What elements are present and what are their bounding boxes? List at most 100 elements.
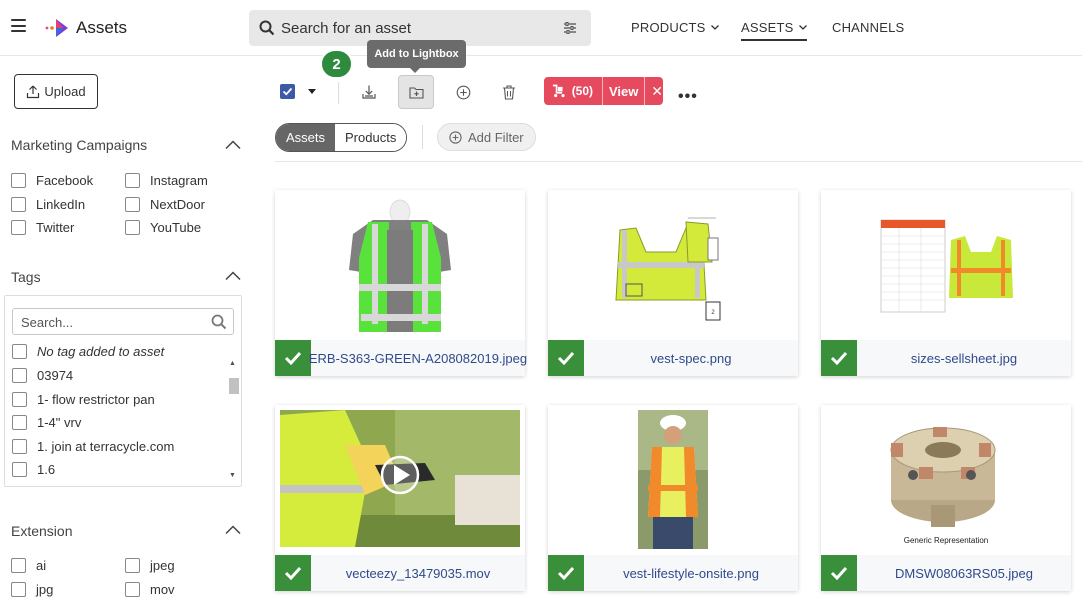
search-icon bbox=[259, 20, 275, 36]
nav-channels[interactable]: CHANNELS bbox=[832, 20, 904, 35]
tag-option[interactable]: No tag added to asset bbox=[12, 344, 164, 359]
campaign-option-youtube[interactable]: YouTube bbox=[125, 220, 201, 235]
checkmark-icon bbox=[557, 566, 575, 580]
selected-checkbox[interactable] bbox=[548, 555, 584, 591]
select-all-checkbox[interactable] bbox=[280, 84, 295, 99]
selected-checkbox[interactable] bbox=[275, 340, 311, 376]
campaign-option-nextdoor[interactable]: NextDoor bbox=[125, 197, 205, 212]
checkbox[interactable] bbox=[12, 462, 27, 477]
option-label: mov bbox=[150, 582, 175, 597]
asset-card-footer: vecteezy_13479035.mov bbox=[275, 555, 525, 591]
asset-card-footer: vest-spec.png bbox=[548, 340, 798, 376]
asset-thumbnail[interactable] bbox=[548, 405, 798, 555]
chevron-down-icon bbox=[798, 25, 807, 30]
search-input[interactable]: Search for an asset bbox=[281, 20, 411, 37]
hamburger-menu-icon[interactable] bbox=[11, 19, 26, 32]
checkbox[interactable] bbox=[125, 558, 140, 573]
extension-option-mov[interactable]: mov bbox=[125, 582, 175, 597]
campaign-option-instagram[interactable]: Instagram bbox=[125, 173, 208, 188]
extension-option-ai[interactable]: ai bbox=[11, 558, 46, 573]
upload-button[interactable]: Upload bbox=[14, 74, 98, 109]
asset-thumbnail[interactable]: 2 bbox=[548, 190, 798, 340]
checkbox[interactable] bbox=[125, 582, 140, 597]
asset-thumbnail[interactable] bbox=[821, 190, 1071, 340]
checkbox[interactable] bbox=[11, 582, 26, 597]
asset-thumbnail[interactable]: Generic Representation bbox=[821, 405, 1071, 555]
checkbox[interactable] bbox=[12, 368, 27, 383]
asset-card-footer: ERB-S363-GREEN-A208082019.jpeg bbox=[275, 340, 527, 376]
asset-card[interactable]: vecteezy_13479035.mov bbox=[275, 405, 525, 591]
campaign-option-facebook[interactable]: Facebook bbox=[11, 173, 93, 188]
download-button[interactable] bbox=[351, 75, 387, 109]
checkbox[interactable] bbox=[11, 197, 26, 212]
asset-filename[interactable]: vest-spec.png bbox=[584, 340, 798, 376]
upload-label: Upload bbox=[44, 84, 86, 99]
tag-option[interactable]: 1- flow restrictor pan bbox=[12, 392, 155, 407]
asset-filename[interactable]: DMSW08063RS05.jpeg bbox=[857, 555, 1071, 591]
extension-option-jpg[interactable]: jpg bbox=[11, 582, 53, 597]
asset-card[interactable]: ERB-S363-GREEN-A208082019.jpeg bbox=[275, 190, 527, 376]
campaign-option-twitter[interactable]: Twitter bbox=[11, 220, 74, 235]
checkbox[interactable] bbox=[12, 392, 27, 407]
tag-option[interactable]: 1-4" vrv bbox=[12, 415, 81, 430]
collapse-chevron-up-icon[interactable] bbox=[225, 140, 241, 150]
tag-option[interactable]: 1.6 bbox=[12, 462, 55, 477]
checkmark-icon bbox=[830, 566, 848, 580]
checkbox[interactable] bbox=[12, 344, 27, 359]
collapse-chevron-up-icon[interactable] bbox=[225, 271, 241, 281]
selected-checkbox[interactable] bbox=[821, 340, 857, 376]
app-logo[interactable] bbox=[44, 16, 70, 40]
nav-products[interactable]: PRODUCTS bbox=[631, 20, 719, 35]
asset-card-footer: DMSW08063RS05.jpeg bbox=[821, 555, 1071, 591]
filter-settings-icon[interactable] bbox=[563, 21, 577, 35]
asset-card[interactable]: sizes-sellsheet.jpg bbox=[821, 190, 1071, 376]
tags-scrollbar[interactable]: ▲ ▼ bbox=[227, 358, 239, 484]
asset-thumbnail[interactable] bbox=[275, 190, 525, 340]
asset-filename[interactable]: ERB-S363-GREEN-A208082019.jpeg bbox=[309, 340, 527, 376]
asset-card[interactable]: vest-lifestyle-onsite.png bbox=[548, 405, 798, 591]
checkbox[interactable] bbox=[125, 173, 140, 188]
option-label: NextDoor bbox=[150, 197, 205, 212]
checkbox[interactable] bbox=[125, 220, 140, 235]
delete-button[interactable] bbox=[491, 75, 527, 109]
checkbox[interactable] bbox=[11, 220, 26, 235]
more-options-button[interactable]: ••• bbox=[678, 88, 698, 106]
tag-search-input[interactable]: Search... bbox=[12, 308, 234, 335]
nav-products-label: PRODUCTS bbox=[631, 20, 706, 35]
asset-filename[interactable]: sizes-sellsheet.jpg bbox=[857, 340, 1071, 376]
campaign-option-linkedin[interactable]: LinkedIn bbox=[11, 197, 85, 212]
add-button[interactable] bbox=[445, 75, 481, 109]
checkbox[interactable] bbox=[11, 173, 26, 188]
checkbox[interactable] bbox=[12, 415, 27, 430]
select-dropdown-caret-icon[interactable] bbox=[308, 89, 316, 94]
tag-option[interactable]: 1. join at terracycle.com bbox=[12, 439, 174, 454]
segment-assets[interactable]: Assets bbox=[276, 124, 336, 151]
checkbox[interactable] bbox=[12, 439, 27, 454]
asset-card[interactable]: Generic Representation DMSW08063RS05.jpe… bbox=[821, 405, 1071, 591]
option-label: Instagram bbox=[150, 173, 208, 188]
asset-filename[interactable]: vest-lifestyle-onsite.png bbox=[584, 555, 798, 591]
selected-checkbox[interactable] bbox=[821, 555, 857, 591]
add-to-lightbox-button[interactable] bbox=[398, 75, 434, 109]
lightbox-bar[interactable]: (50) View ✕ bbox=[544, 77, 663, 105]
tags-list-box: Search... No tag added to asset 03974 1-… bbox=[4, 295, 242, 487]
checkbox[interactable] bbox=[11, 558, 26, 573]
segment-products[interactable]: Products bbox=[335, 124, 407, 151]
tag-option[interactable]: 03974 bbox=[12, 368, 73, 383]
asset-card[interactable]: 2 vest-spec.png bbox=[548, 190, 798, 376]
extension-option-jpeg[interactable]: jpeg bbox=[125, 558, 175, 573]
asset-filename[interactable]: vecteezy_13479035.mov bbox=[311, 555, 525, 591]
nav-assets[interactable]: ASSETS bbox=[741, 20, 807, 41]
collapse-chevron-up-icon[interactable] bbox=[225, 525, 241, 535]
checkbox[interactable] bbox=[125, 197, 140, 212]
add-filter-button[interactable]: Add Filter bbox=[437, 123, 536, 151]
scroll-down-arrow-icon[interactable]: ▼ bbox=[229, 472, 236, 479]
asset-thumbnail[interactable] bbox=[275, 405, 525, 555]
selected-checkbox[interactable] bbox=[548, 340, 584, 376]
scroll-up-arrow-icon[interactable]: ▲ bbox=[229, 360, 236, 367]
scrollbar-thumb[interactable] bbox=[229, 378, 239, 394]
selected-checkbox[interactable] bbox=[275, 555, 311, 591]
lightbox-close-icon[interactable]: ✕ bbox=[651, 83, 663, 100]
plus-circle-icon bbox=[449, 130, 462, 144]
lightbox-view-button[interactable]: View bbox=[609, 84, 638, 99]
